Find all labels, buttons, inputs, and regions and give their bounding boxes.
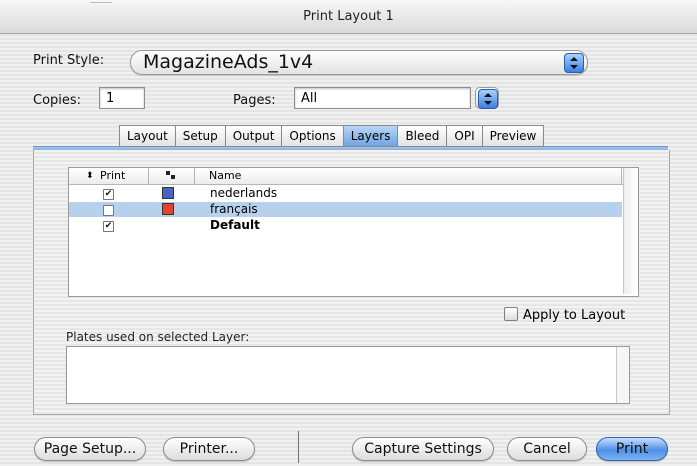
layer-name: français: [210, 202, 258, 216]
title-bar-ornament: [90, 2, 112, 7]
window-title: Print Layout 1: [303, 9, 394, 24]
tab-layout[interactable]: Layout: [119, 125, 175, 147]
plates-label: Plates used on selected Layer:: [66, 330, 250, 344]
tab-setup[interactable]: Setup: [174, 125, 225, 147]
layer-name: nederlands: [210, 186, 278, 200]
button-separator: [298, 431, 299, 463]
print-style-value: MagazineAds_1v4: [143, 51, 314, 73]
layer-row-francais[interactable]: français: [69, 202, 622, 217]
pages-popup-button[interactable]: [475, 87, 499, 109]
print-style-popup[interactable]: MagazineAds_1v4: [130, 50, 588, 75]
apply-to-layout-option[interactable]: Apply to Layout: [504, 307, 625, 323]
print-checkbox[interactable]: ✔: [103, 221, 114, 232]
layers-table: ⬍ Print Name ✔ nederlands français ✔ Def…: [68, 167, 639, 297]
plates-list: [66, 346, 630, 404]
print-checkbox[interactable]: ✔: [103, 189, 114, 200]
apply-to-layout-checkbox[interactable]: [504, 307, 518, 321]
column-print[interactable]: ⬍ Print: [69, 168, 149, 184]
column-print-label: Print: [100, 169, 126, 182]
title-bar: Print Layout 1: [0, 0, 697, 34]
layer-color-swatch: [162, 187, 174, 199]
layers-scrollbar[interactable]: [623, 168, 638, 294]
tab-output[interactable]: Output: [224, 125, 282, 147]
printer-button[interactable]: Printer...: [163, 437, 255, 461]
pages-field[interactable]: All: [294, 87, 471, 109]
cancel-button[interactable]: Cancel: [507, 437, 587, 461]
print-style-label: Print Style:: [33, 53, 105, 68]
print-button[interactable]: Print: [596, 437, 668, 461]
color-key-icon-dot: [171, 175, 175, 179]
tab-opi[interactable]: OPI: [446, 125, 482, 147]
plates-scrollbar[interactable]: [616, 347, 629, 403]
apply-to-layout-label: Apply to Layout: [523, 308, 626, 323]
sort-arrows-icon: ⬍: [86, 171, 94, 181]
column-name[interactable]: Name: [195, 168, 622, 184]
tab-bleed[interactable]: Bleed: [397, 125, 447, 147]
capture-settings-button[interactable]: Capture Settings: [352, 437, 494, 461]
popup-stepper-icon: [478, 89, 498, 109]
tab-bar: Layout Setup Output Options Layers Bleed…: [119, 125, 545, 147]
layer-row-nederlands[interactable]: ✔ nederlands: [69, 186, 622, 201]
tab-layers[interactable]: Layers: [342, 125, 398, 147]
tab-options[interactable]: Options: [281, 125, 343, 147]
page-setup-button[interactable]: Page Setup...: [34, 437, 146, 461]
pages-label: Pages:: [233, 93, 276, 108]
tab-preview[interactable]: Preview: [481, 125, 545, 147]
layer-color-swatch: [162, 203, 174, 215]
copies-label: Copies:: [33, 93, 82, 108]
color-key-icon: [166, 171, 170, 175]
popup-stepper-icon: [564, 53, 584, 73]
layers-table-header: ⬍ Print Name: [69, 168, 638, 185]
copies-field[interactable]: 1: [99, 87, 145, 109]
layer-name: Default: [210, 218, 260, 232]
layer-row-default[interactable]: ✔ Default: [69, 218, 622, 233]
column-color[interactable]: [149, 168, 195, 184]
print-checkbox[interactable]: [103, 205, 114, 216]
